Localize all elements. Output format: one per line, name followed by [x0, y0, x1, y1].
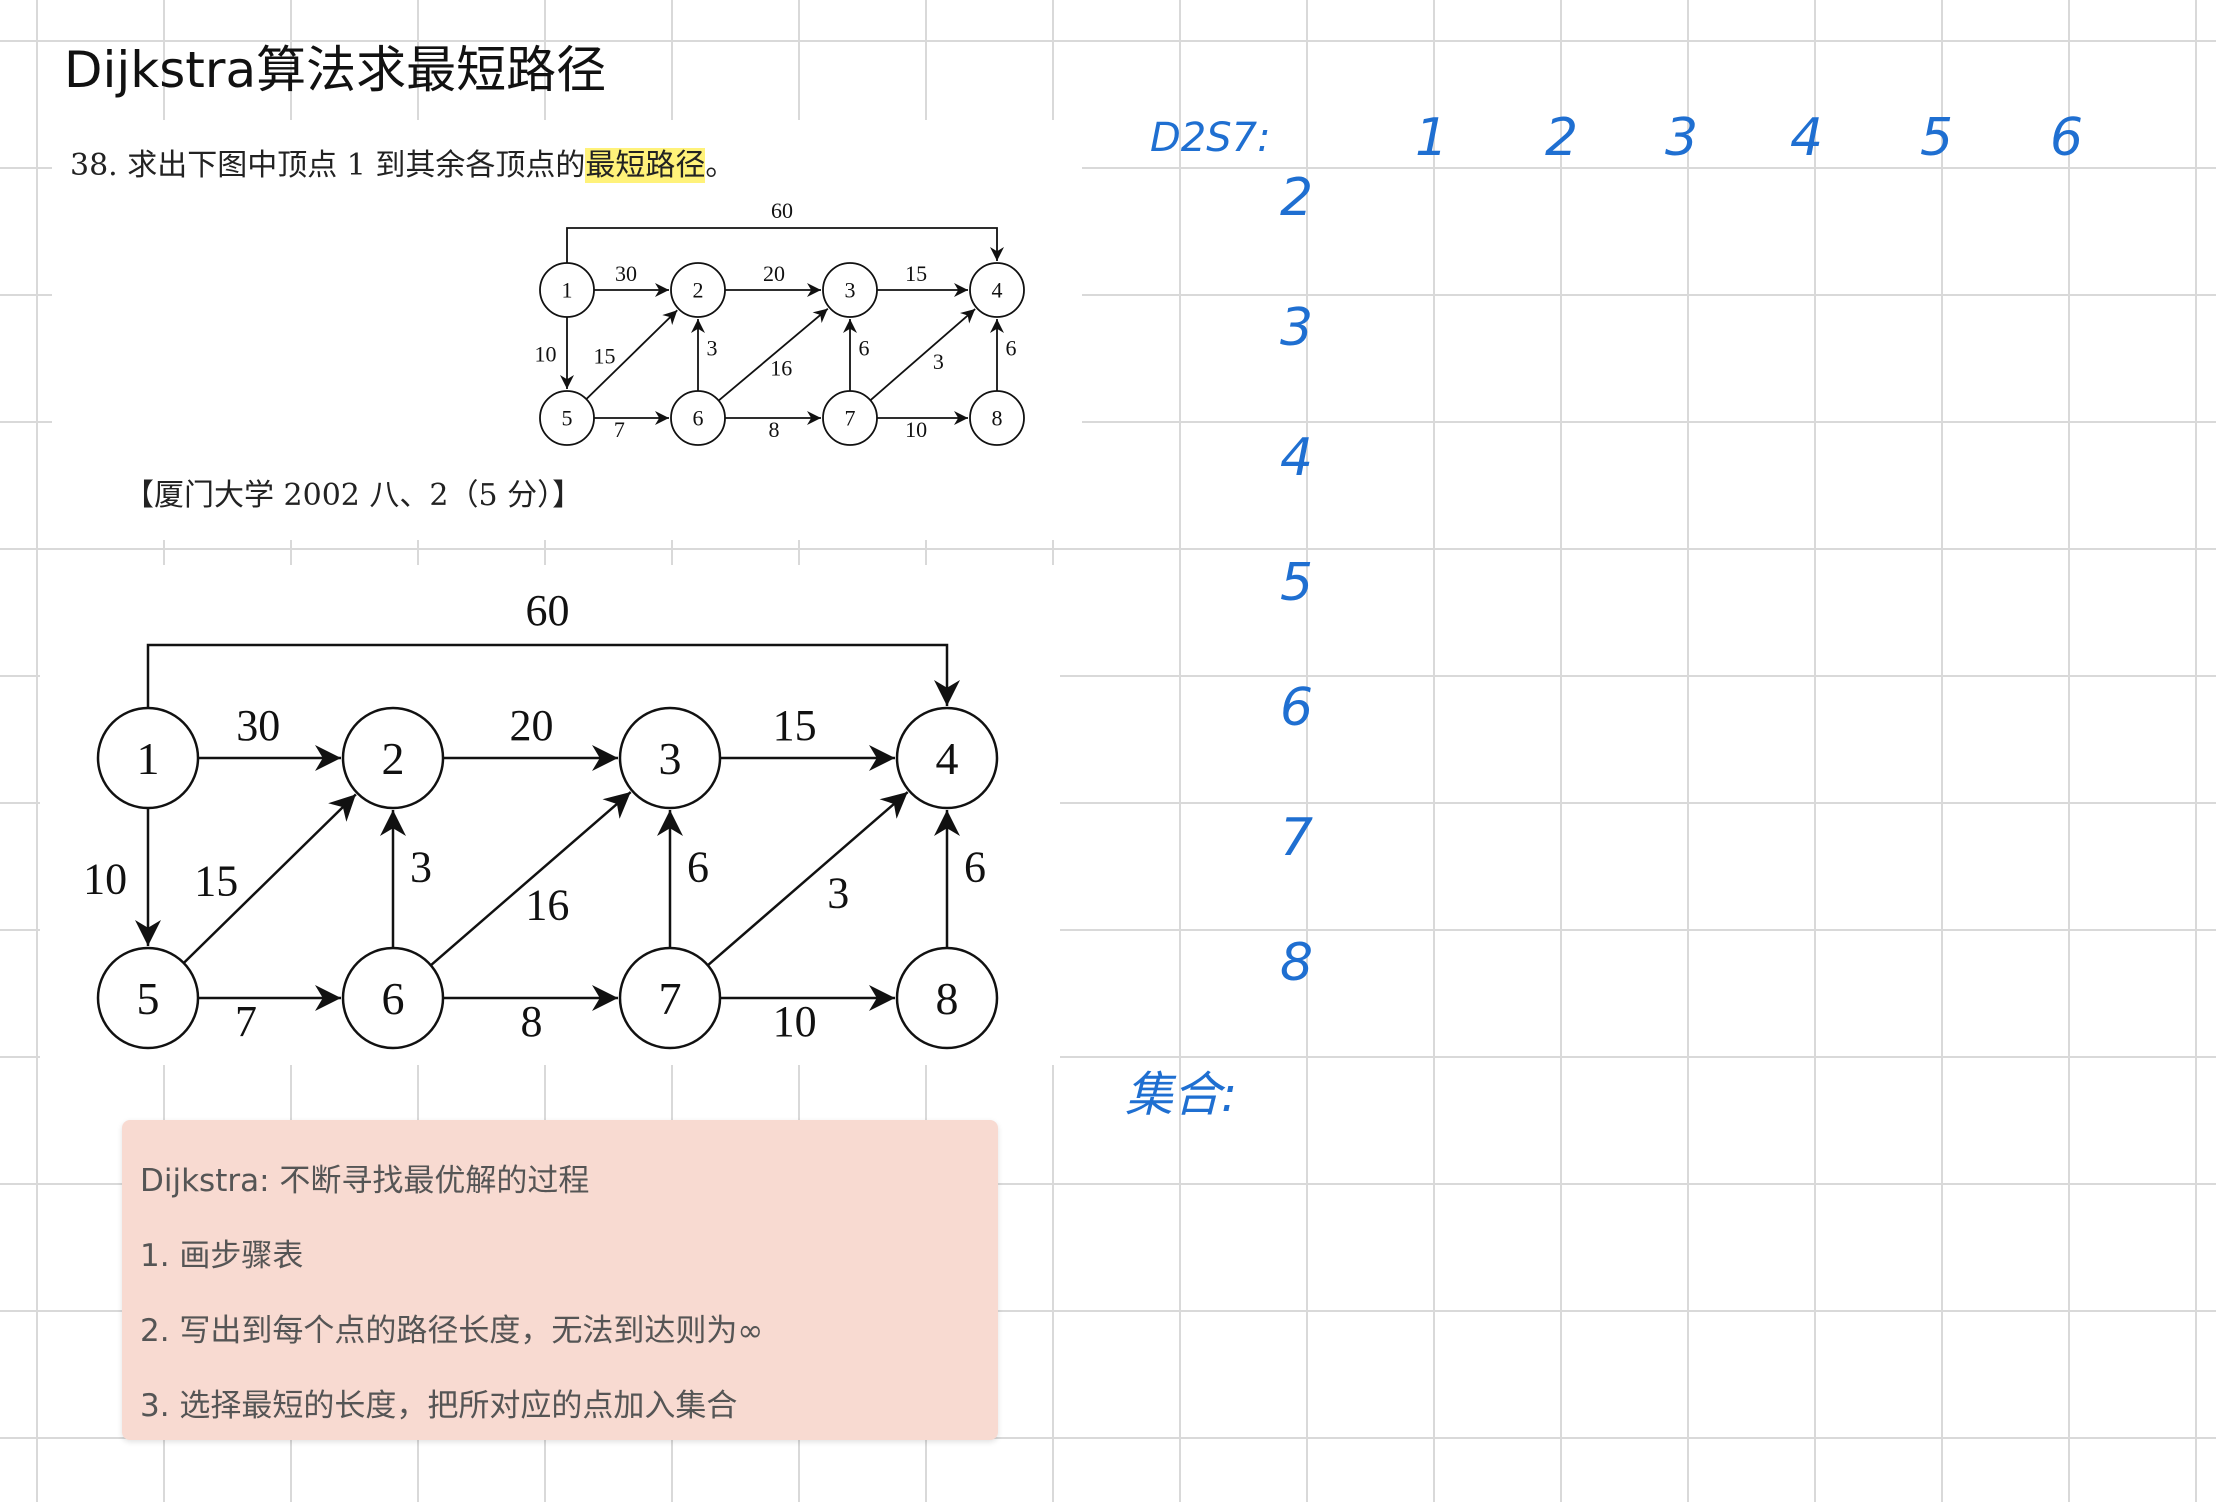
node-label-4: 4	[936, 733, 959, 784]
node-label-1: 1	[137, 733, 160, 784]
edge-label-1-5: 10	[83, 854, 127, 903]
node-label-4: 4	[992, 278, 1003, 303]
edge-label-6-7: 8	[521, 997, 543, 1046]
hand-row-2: 2	[1280, 168, 1314, 228]
edge-label-1-4: 60	[526, 586, 570, 635]
question-source: 【厦门大学 2002 八、2（5 分）】	[124, 478, 583, 513]
edge-label-2-3: 20	[510, 701, 554, 750]
small-graph: 30 20 156010 15 3166367 8 101 2 3 45 6 7 8	[535, 198, 1025, 446]
question-highlight: 最短路径	[585, 148, 706, 183]
edge-label-1-2: 30	[236, 701, 280, 750]
handwritten-table-label: D2S7:	[1150, 115, 1271, 161]
page-title: Dijkstra算法求最短路径	[64, 41, 607, 99]
hand-row-3: 3	[1280, 298, 1314, 358]
edge-label-5-6: 7	[614, 417, 625, 442]
edge-1-4	[146, 643, 960, 708]
hand-row-7: 7	[1280, 808, 1314, 868]
hand-col-5: 5	[1920, 108, 1954, 168]
node-label-3: 3	[659, 733, 682, 784]
node-label-1: 1	[562, 278, 573, 303]
hand-row-4: 4	[1280, 428, 1314, 488]
edge-label-1-2: 30	[615, 261, 637, 286]
notes-heading: Dijkstra: 不断寻找最优解的过程	[140, 1163, 590, 1199]
edge-label-5-2: 15	[194, 856, 238, 905]
edge-6-3	[429, 791, 632, 967]
node-label-7: 7	[845, 406, 856, 431]
edge-label-6-7: 8	[769, 417, 780, 442]
large-graph: 30 20 156010 15 3166367 8 101 2 3 45 6 7 8	[83, 586, 999, 1050]
question-prefix: 38. 求出下图中顶点 1 到其余各顶点的	[70, 148, 586, 183]
edge-label-3-4: 15	[773, 701, 817, 750]
edge-label-7-8: 10	[773, 997, 817, 1046]
edge-label-8-4: 6	[1006, 335, 1017, 360]
node-label-7: 7	[659, 973, 682, 1024]
edge-label-1-4: 60	[771, 198, 793, 223]
node-label-3: 3	[845, 278, 856, 303]
edge-label-5-6: 7	[235, 997, 257, 1046]
node-label-8: 8	[992, 406, 1003, 431]
edge-label-6-3: 16	[525, 881, 569, 930]
node-label-5: 5	[562, 406, 573, 431]
node-label-2: 2	[693, 278, 704, 303]
hand-row-8: 8	[1280, 933, 1314, 993]
edge-label-8-4: 6	[964, 842, 986, 891]
edge-label-7-8: 10	[905, 417, 927, 442]
edge-7-4	[869, 308, 976, 401]
notes-step-1: 1. 画步骤表	[140, 1238, 304, 1274]
hand-row-5: 5	[1280, 553, 1314, 613]
edge-label-7-3: 6	[687, 842, 709, 891]
notes-step-3: 3. 选择最短的长度，把所对应的点加入集合	[140, 1388, 738, 1424]
edge-label-7-4: 3	[933, 349, 944, 374]
edge-label-6-3: 16	[770, 355, 792, 380]
node-label-2: 2	[382, 733, 405, 784]
hand-row-6: 6	[1280, 678, 1314, 738]
question-text: 38. 求出下图中顶点 1 到其余各顶点的最短路径。	[70, 140, 735, 184]
edge-7-4	[706, 791, 909, 967]
edge-label-5-2: 15	[594, 344, 616, 369]
edge-label-6-2: 3	[707, 335, 718, 360]
node-label-5: 5	[137, 973, 160, 1024]
notes-step-2: 2. 写出到每个点的路径长度，无法到达则为∞	[140, 1313, 764, 1349]
hand-col-6: 6	[2050, 108, 2084, 168]
edge-label-7-3: 6	[859, 335, 870, 360]
hand-col-1: 1	[1415, 108, 1449, 168]
node-label-8: 8	[936, 973, 959, 1024]
edge-label-7-4: 3	[827, 869, 849, 918]
edge-label-2-3: 20	[763, 261, 785, 286]
handwritten-set-label: 集合:	[1125, 1067, 1238, 1123]
edge-label-1-5: 10	[535, 342, 557, 367]
edge-1-4	[566, 227, 1004, 263]
hand-col-4: 4	[1790, 108, 1824, 168]
node-label-6: 6	[693, 406, 704, 431]
hand-col-3: 3	[1665, 108, 1699, 168]
edge-label-3-4: 15	[905, 261, 927, 286]
edge-label-6-2: 3	[410, 842, 432, 891]
node-label-6: 6	[382, 973, 405, 1024]
hand-col-2: 2	[1545, 108, 1579, 168]
question-suffix: 。	[705, 148, 736, 183]
